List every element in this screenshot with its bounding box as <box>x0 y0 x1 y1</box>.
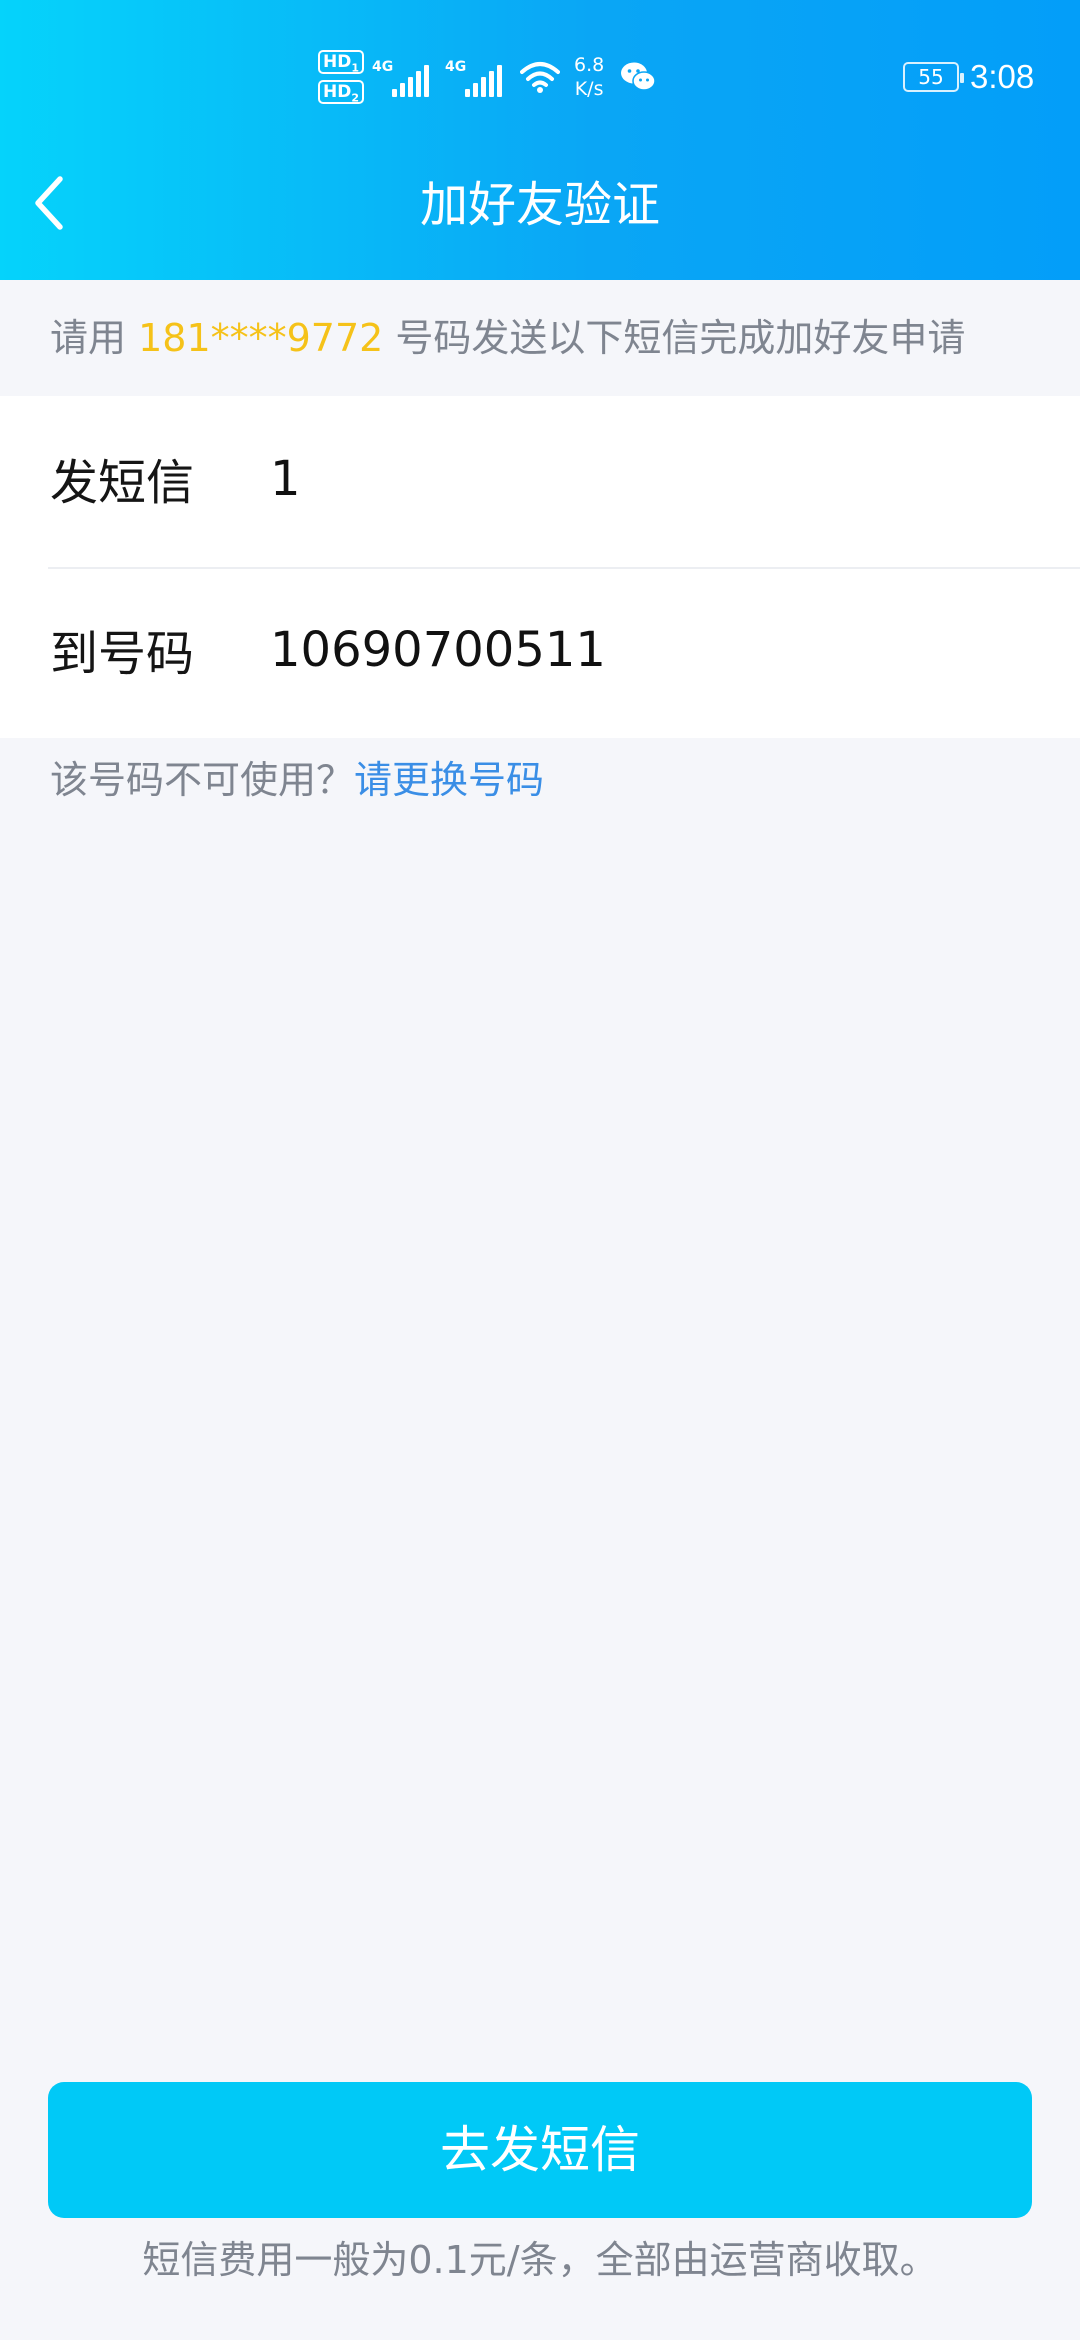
target-number-row: 到号码 10690700511 <box>0 567 1080 738</box>
hd-sim2-icon: HD2 <box>318 80 364 104</box>
hd-indicators: HD1 HD2 <box>318 50 364 104</box>
hd-sim1-icon: HD1 <box>318 50 364 74</box>
notice-prefix: 请用 <box>50 316 139 360</box>
sms-details-card: 发短信 1 到号码 10690700511 <box>0 396 1080 738</box>
signal-sim2-icon: 4G <box>445 57 502 97</box>
change-number-link[interactable]: 请更换号码 <box>354 758 544 802</box>
instruction-notice: 请用 181****9772 号码发送以下短信完成加好友申请 <box>0 280 1080 396</box>
page-title: 加好友验证 <box>419 177 660 233</box>
sms-content-row: 发短信 1 <box>0 396 1080 567</box>
clock: 3:08 <box>970 58 1035 95</box>
target-number-label: 到号码 <box>50 626 195 682</box>
sms-fee-note: 短信费用一般为0.1元/条，全部由运营商收取。 <box>142 2238 938 2282</box>
network-speed: 6.8 K/s <box>574 54 605 100</box>
wifi-icon <box>520 62 560 93</box>
target-number-value[interactable]: 10690700511 <box>270 617 606 683</box>
signal-sim1-icon: 4G <box>372 57 429 97</box>
sms-content-label: 发短信 <box>50 455 195 511</box>
send-sms-button[interactable]: 去发短信 <box>48 2082 1032 2218</box>
wechat-icon <box>621 62 656 91</box>
status-icons: HD1 HD2 4G 4G 6.8 K/s <box>318 50 656 104</box>
status-bar: HD1 HD2 4G 4G 6.8 K/s 55 3:08 <box>0 0 1080 150</box>
app-header: HD1 HD2 4G 4G 6.8 K/s 55 3:08 加好友验证 <box>0 0 1080 280</box>
change-number-hint: 该号码不可使用？请更换号码 <box>50 752 544 808</box>
battery-icon: 55 <box>903 62 964 92</box>
notice-suffix: 号码发送以下短信完成加好友申请 <box>383 316 966 360</box>
change-number-prompt: 该号码不可使用？ <box>50 758 355 802</box>
masked-phone-number: 181****9772 <box>138 316 384 360</box>
sms-content-value[interactable]: 1 <box>270 446 301 512</box>
